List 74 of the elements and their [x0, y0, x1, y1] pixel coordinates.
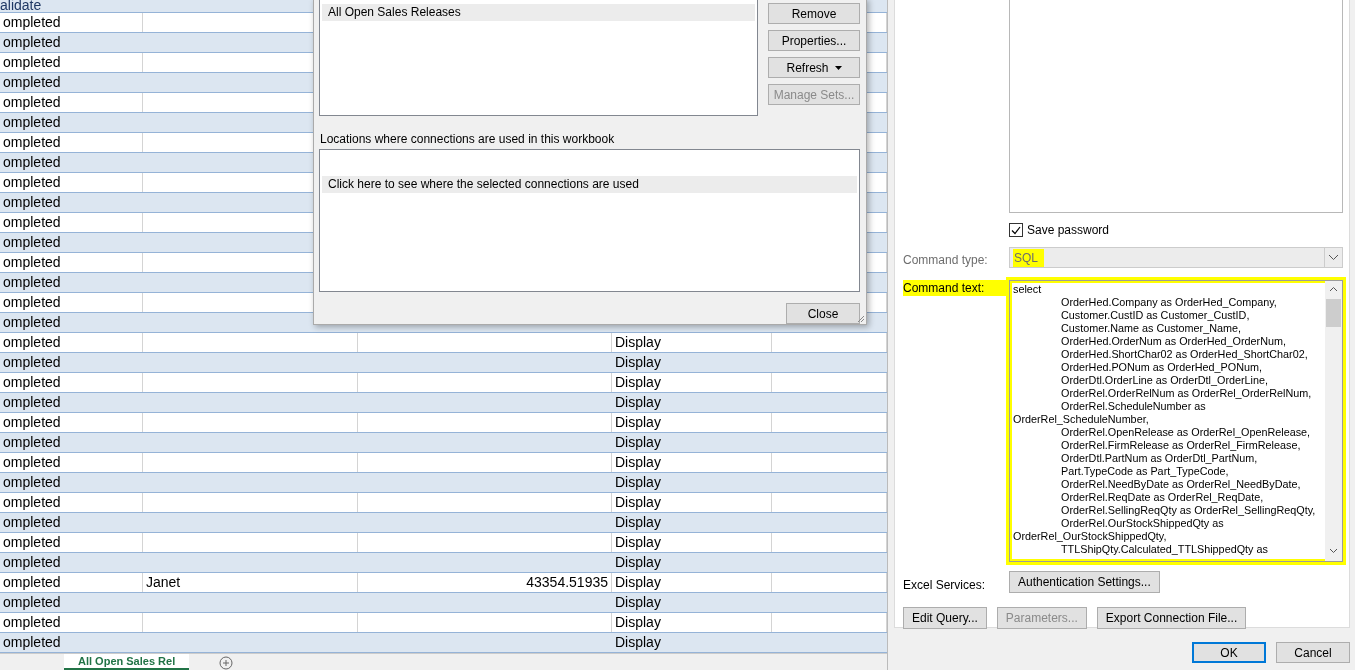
table-cell-text: ompleted: [2, 33, 62, 52]
table-cell-text: ompleted: [2, 393, 62, 412]
table-cell: ompleted: [0, 53, 143, 72]
excel-services-label: Excel Services:: [903, 577, 987, 594]
table-cell: ompleted: [0, 533, 143, 552]
table-cell-text: ompleted: [2, 513, 62, 532]
table-cell-text: ompleted: [2, 193, 62, 212]
table-cell: ompleted: [0, 13, 143, 32]
table-cell: ompleted: [0, 253, 143, 272]
table-cell: Display: [612, 453, 772, 472]
table-cell-text: Display: [614, 633, 662, 652]
sheet-tab[interactable]: All Open Sales Rel: [64, 654, 190, 670]
add-sheet-icon[interactable]: [219, 656, 234, 670]
command-text-label: Command text:: [903, 280, 1009, 296]
table-cell: Display: [612, 493, 772, 512]
table-cell: Display: [612, 333, 772, 352]
table-cell-text: Display: [614, 593, 662, 612]
table-cell: ompleted: [0, 133, 143, 152]
table-cell: ompleted: [0, 413, 143, 432]
dialog-button[interactable]: Properties...: [768, 30, 860, 51]
dialog-button[interactable]: Cancel: [1276, 642, 1350, 663]
table-cell-text: Display: [614, 393, 662, 412]
table-cell: ompleted: [0, 453, 143, 472]
dialog-button[interactable]: Refresh: [768, 57, 860, 78]
table-cell: Display: [612, 613, 772, 632]
table-cell: ompleted: [0, 293, 143, 312]
table-cell: ompleted: [0, 373, 143, 392]
table-cell: Display: [612, 373, 772, 392]
dialog-button[interactable]: Remove: [768, 3, 860, 24]
table-cell-text: ompleted: [2, 73, 62, 92]
checkbox-label: Save password: [1027, 223, 1110, 237]
table-cell: Display: [612, 573, 772, 592]
table-cell-text: ompleted: [2, 593, 62, 612]
checkbox[interactable]: [1009, 223, 1023, 237]
table-cell-text: Display: [614, 473, 662, 492]
table-cell-text: Display: [614, 433, 662, 452]
close-button[interactable]: Close: [786, 303, 860, 324]
resize-grip-icon[interactable]: [856, 314, 865, 323]
table-cell: Display: [612, 413, 772, 432]
table-cell-text: ompleted: [2, 233, 62, 252]
table-cell: ompleted: [0, 493, 143, 512]
table-cell: Display: [612, 533, 772, 552]
table-cell-text: ompleted: [2, 553, 62, 572]
table-cell-text: ompleted: [2, 273, 62, 292]
command-text-field[interactable]: select OrderHed.Company as OrderHed_Company, Customer.CustID as Customer_CustID, Customer.Name as Customer_Name, OrderHed.OrderNum as OrderHed_OrderNum, OrderHed.ShortChar02 as OrderHed_ShortChar02, OrderHed.PONum as OrderHed_PONum, OrderDtl.OrderLine as OrderDtl_OrderLine, OrderRel.OrderRelNum as OrderRel_OrderRelNum, OrderRel.ScheduleNumber as OrderRel_ScheduleNumber, OrderRel.OpenRelease as OrderRel_OpenRelease, OrderRel.FirmRelease as OrderRel_FirmRelease, OrderDtl.PartNum as OrderDtl_PartNum, Part.TypeCode as Part_TypeCode, OrderRel.NeedByDate as OrderRel_NeedByDate, OrderRel.ReqDate as OrderRel_ReqDate, OrderRel.SellingReqQty as OrderRel_SellingReqQty, OrderRel.OurStockShippedQty as OrderRel_OurStockShippedQty, TTLShipQty.Calculated_TTLShippedQty as: [1009, 280, 1343, 562]
table-cell-text: ompleted: [2, 633, 62, 652]
authentication-settings-button[interactable]: Authentication Settings...: [1009, 571, 1160, 593]
table-cell: ompleted: [0, 173, 143, 192]
locations-label: Locations where connections are used in this workbook: [320, 132, 616, 146]
table-cell-text: ompleted: [2, 353, 62, 372]
dialog-button[interactable]: Export Connection File...: [1096, 607, 1247, 629]
table-cell: ompleted: [0, 333, 143, 352]
table-cell: ompleted: [0, 213, 143, 232]
table-cell: 43354.51935: [358, 573, 612, 592]
table-cell: ompleted: [0, 613, 143, 632]
table-cell-text: ompleted: [2, 153, 62, 172]
column-header: alidate: [0, 0, 42, 12]
connection-item[interactable]: All Open Sales Releases: [322, 4, 755, 21]
table-cell-text: Display: [614, 553, 662, 572]
table-cell-text: Display: [614, 353, 662, 372]
table-cell-text: Display: [614, 513, 662, 532]
table-cell: ompleted: [0, 573, 143, 592]
table-cell: Janet: [143, 573, 358, 592]
location-item[interactable]: Click here to see where the selected connections are used: [322, 176, 857, 193]
dialog-button[interactable]: OK: [1192, 642, 1266, 663]
table-cell-text: ompleted: [2, 113, 62, 132]
table-cell: ompleted: [0, 93, 143, 112]
table-cell-text: ompleted: [2, 313, 62, 332]
caret-icon: [834, 65, 842, 70]
command-type-label: Command type:: [903, 252, 989, 269]
table-cell-text: ompleted: [2, 433, 62, 452]
table-cell-text: ompleted: [2, 473, 62, 492]
dialog-button[interactable]: Edit Query...: [903, 607, 987, 629]
scrollbar[interactable]: [1325, 281, 1342, 561]
